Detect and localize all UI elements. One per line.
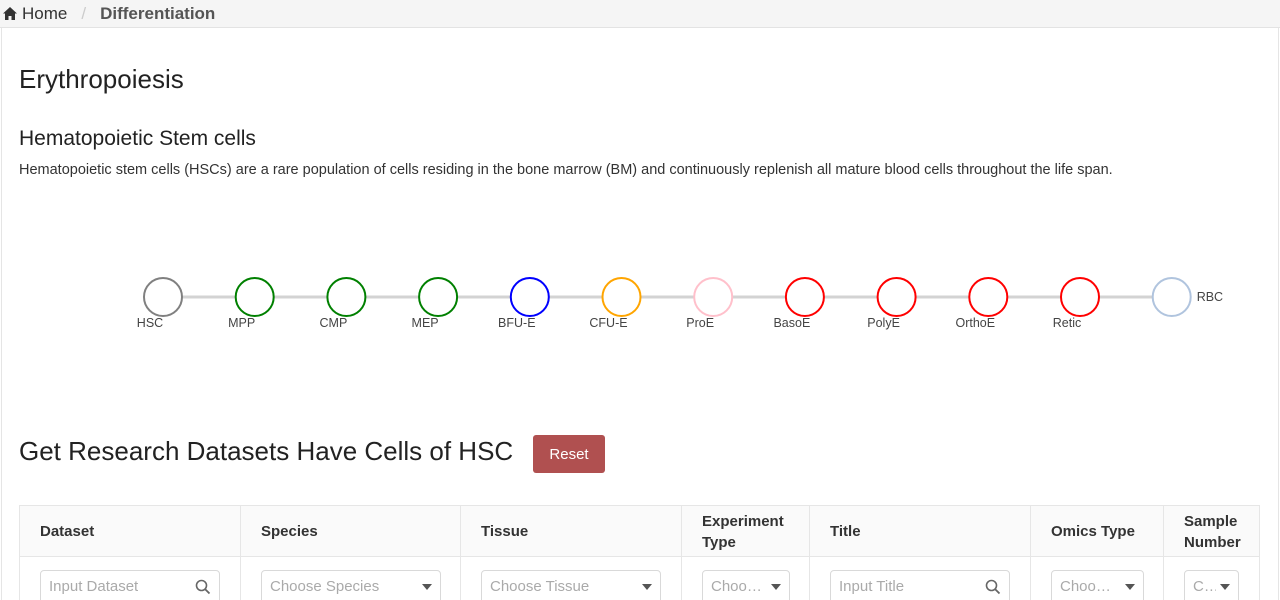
column-header-label: Title: [830, 523, 861, 540]
filter-placeholder: Input Dataset: [49, 578, 139, 595]
column-header-label: Species: [261, 523, 318, 540]
filter-cell-tissue: Choose Tissue: [461, 557, 682, 600]
column-header-label: Dataset: [40, 523, 95, 540]
pathway-node-mep[interactable]: MEP: [412, 277, 459, 330]
pathway-node-label: OrthoE: [955, 316, 995, 330]
pathway-node-label: BasoE: [773, 316, 810, 330]
filter-cell-experiment-type: Choo…: [682, 557, 810, 600]
pathway-node-label: MEP: [412, 316, 439, 330]
pathway-node-basoe[interactable]: BasoE: [773, 277, 825, 330]
pathway-node-proe[interactable]: ProE: [686, 277, 734, 330]
column-header-sample-number[interactable]: Sample Number: [1164, 506, 1261, 557]
column-header-title[interactable]: Title: [810, 506, 1031, 557]
pathway-node-circle[interactable]: [234, 277, 275, 317]
datasets-table: Dataset Species Tissue Experiment Type Title…: [19, 505, 1260, 600]
pathway-node-label: ProE: [686, 316, 714, 330]
pathway-node-circle[interactable]: [143, 277, 183, 317]
pathway-node-label: CMP: [320, 316, 348, 330]
chevron-down-icon[interactable]: [1220, 571, 1230, 600]
column-header-dataset[interactable]: Dataset: [20, 506, 241, 557]
chevron-down-icon[interactable]: [771, 571, 781, 600]
pathway-node-cfu-e[interactable]: CFU-E: [589, 277, 642, 330]
datasets-title: Get Research Datasets Have Cells of HSC: [19, 436, 514, 466]
title-search-input[interactable]: Input Title: [830, 570, 1010, 600]
breadcrumb-separator: /: [81, 3, 87, 23]
column-header-label: Omics Type: [1051, 523, 1135, 540]
pathway-node-circle[interactable]: [784, 277, 825, 317]
pathway-node-circle[interactable]: [418, 277, 459, 317]
pathway-node-circle[interactable]: [326, 277, 367, 317]
pathway-node-circle[interactable]: [1060, 277, 1100, 317]
pathway-node-label: PolyE: [867, 316, 900, 330]
column-header-tissue[interactable]: Tissue: [461, 506, 682, 557]
pathway-node-circle[interactable]: [601, 277, 642, 317]
column-header-species[interactable]: Species: [241, 506, 461, 557]
pathway-node-circle[interactable]: [876, 277, 917, 317]
pathway-node-label: CFU-E: [589, 316, 627, 330]
species-select[interactable]: Choose Species: [261, 570, 441, 600]
search-icon[interactable]: [985, 571, 1001, 600]
column-header-label: Experiment Type: [702, 512, 784, 551]
pathway-node-mpp[interactable]: MPP: [228, 277, 275, 330]
pathway-node-label: Retic: [1053, 316, 1081, 330]
column-header-label: Sample Number: [1184, 512, 1241, 551]
section-description: Hematopoietic stem cells (HSCs) are a ra…: [19, 162, 1113, 178]
pathway-node-label: RBC: [1197, 290, 1223, 304]
omics-type-select[interactable]: Choo…: [1051, 570, 1144, 600]
pathway-node-label: MPP: [228, 316, 255, 330]
table-filter-row: Input Dataset Choose Species Choose Tissue…: [20, 557, 1259, 600]
section-title: Hematopoietic Stem cells: [19, 127, 256, 150]
pathway-node-circle[interactable]: [968, 277, 1009, 317]
differentiation-pathway: HSC MPP CMP MEP BFU-E CFU-E ProE BasoE PolyE Orth…: [137, 277, 1223, 330]
dataset-search-input[interactable]: Input Dataset: [40, 570, 220, 600]
experiment-type-select[interactable]: Choo…: [702, 570, 790, 600]
search-icon[interactable]: [195, 571, 211, 600]
pathway-node-rbc[interactable]: RBC: [1151, 277, 1223, 317]
filter-cell-species: Choose Species: [241, 557, 461, 600]
filter-placeholder: C…: [1193, 578, 1216, 595]
pathway-node-cmp[interactable]: CMP: [320, 277, 367, 330]
filter-cell-title: Input Title: [810, 557, 1031, 600]
pathway-node-orthoe[interactable]: OrthoE: [955, 277, 1009, 330]
filter-cell-dataset: Input Dataset: [20, 557, 241, 600]
column-header-omics-type[interactable]: Omics Type: [1031, 506, 1164, 557]
table-header-row: Dataset Species Tissue Experiment Type Title…: [20, 506, 1259, 557]
page-title: Erythropoiesis: [19, 64, 184, 94]
pathway-node-retic[interactable]: Retic: [1053, 277, 1100, 330]
pathway-node-hsc[interactable]: HSC: [137, 277, 183, 330]
filter-cell-sample-number: C…: [1164, 557, 1261, 600]
pathway-node-label: BFU-E: [498, 316, 536, 330]
pathway-node-label: HSC: [137, 316, 163, 330]
breadcrumb-current: Differentiation: [100, 3, 216, 23]
pathway-node-bfu-e[interactable]: BFU-E: [498, 277, 550, 330]
pathway-node-polye[interactable]: PolyE: [867, 277, 917, 330]
pathway-node-circle[interactable]: [693, 277, 734, 317]
filter-cell-omics-type: Choo…: [1031, 557, 1164, 600]
filter-placeholder: Choo…: [711, 578, 762, 595]
tissue-select[interactable]: Choose Tissue: [481, 570, 661, 600]
column-header-label: Tissue: [481, 523, 529, 540]
reset-button[interactable]: Reset: [533, 435, 605, 473]
pathway-node-circle[interactable]: [509, 277, 550, 317]
pathway-node-circle[interactable]: [1151, 277, 1192, 317]
breadcrumb-home-link[interactable]: Home: [3, 4, 67, 24]
breadcrumb: Home / Differentiation: [0, 0, 1280, 28]
filter-placeholder: Choo…: [1060, 578, 1111, 595]
filter-placeholder: Input Title: [839, 578, 905, 595]
chevron-down-icon[interactable]: [1125, 571, 1135, 600]
chevron-down-icon[interactable]: [422, 571, 432, 600]
home-icon: [3, 7, 17, 20]
breadcrumb-home-label: Home: [22, 3, 68, 23]
filter-placeholder: Choose Tissue: [490, 578, 590, 595]
column-header-experiment-type[interactable]: Experiment Type: [682, 506, 810, 557]
filter-placeholder: Choose Species: [270, 578, 380, 595]
sample-number-select[interactable]: C…: [1184, 570, 1239, 600]
chevron-down-icon[interactable]: [642, 571, 652, 600]
